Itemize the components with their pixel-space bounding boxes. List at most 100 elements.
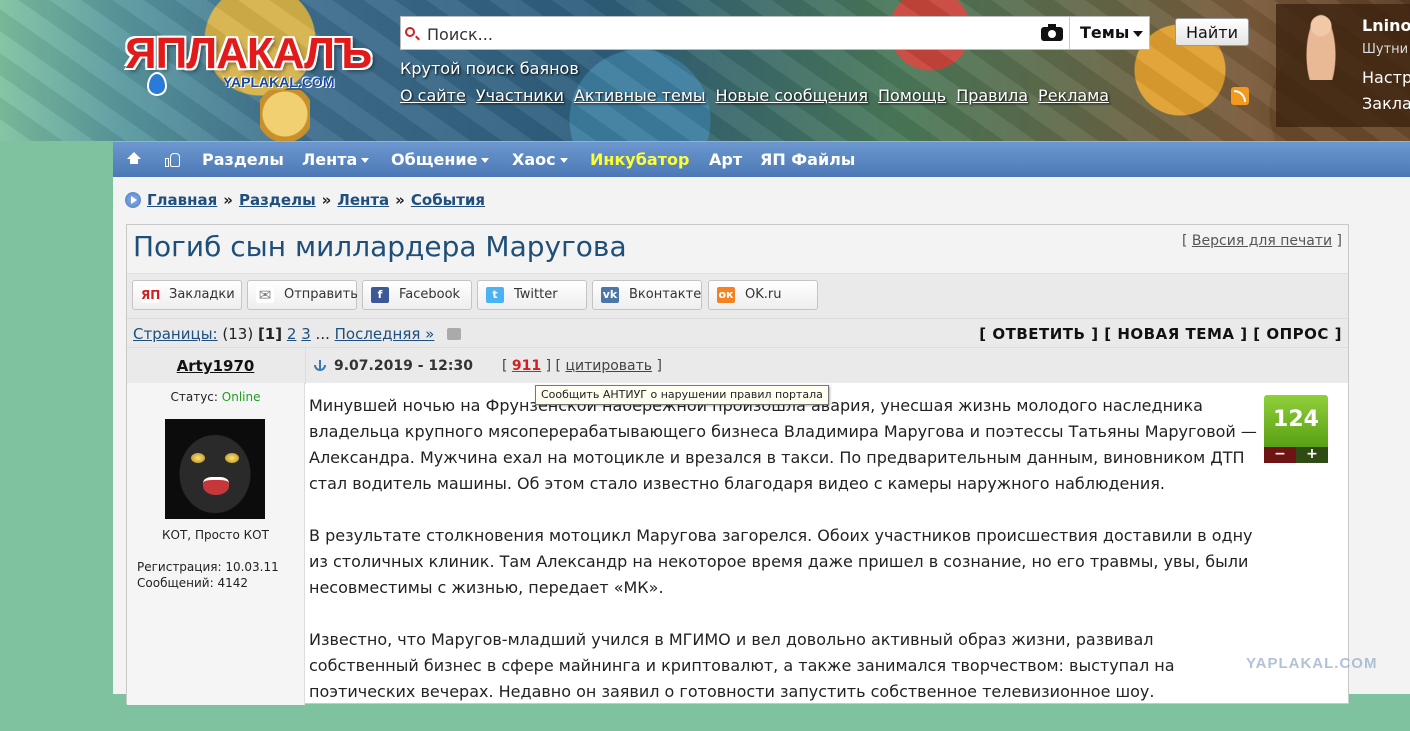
nav-item-sections[interactable]: Разделы bbox=[202, 142, 284, 178]
find-button[interactable]: Найти bbox=[1175, 18, 1249, 46]
nav-item-incubator[interactable]: Инкубатор bbox=[590, 142, 689, 178]
nav-item-feed[interactable]: Лента bbox=[302, 142, 370, 178]
site-logo[interactable]: ЯПЛАКАЛЪ YAPLAKAL.COM bbox=[125, 29, 372, 141]
pagination: Страницы: (13) [1] 2 3 ... Последняя » bbox=[133, 325, 462, 343]
breadcrumb-sections[interactable]: Разделы bbox=[239, 191, 316, 209]
play-circle-icon bbox=[125, 192, 141, 208]
topic-container: Погиб сын миллардера Маругова [ Версия д… bbox=[126, 224, 1349, 705]
main-content: Главная » Разделы » Лента » События Погиб сын … bbox=[113, 177, 1410, 705]
search-input[interactable] bbox=[425, 17, 1029, 51]
rss-icon[interactable] bbox=[1231, 87, 1249, 105]
rating-value: 124 bbox=[1264, 395, 1328, 447]
link-ads[interactable]: Реклама bbox=[1038, 86, 1109, 105]
user-settings-link[interactable]: Настр bbox=[1362, 68, 1410, 87]
print-version: [ Версия для печати ] bbox=[1182, 233, 1342, 249]
main-nav: Разделы Лента Общение Хаос Инкубатор Арт… bbox=[113, 141, 1410, 177]
post-links: [ 911 ] [ цитировать ] bbox=[502, 358, 662, 374]
send-button[interactable]: ✉ Отправить bbox=[247, 280, 358, 310]
share-label: Закладки bbox=[169, 287, 235, 302]
mail-icon[interactable] bbox=[447, 328, 462, 340]
breadcrumb-events[interactable]: События bbox=[411, 191, 485, 209]
page-title: Погиб сын миллардера Маругова bbox=[133, 230, 627, 263]
share-label: Отправить bbox=[284, 287, 358, 302]
link-active-topics[interactable]: Активные темы bbox=[574, 86, 706, 105]
facebook-icon: f bbox=[371, 287, 389, 303]
logo-text: ЯПЛАКАЛЪ bbox=[125, 29, 372, 78]
breadcrumb-separator: » bbox=[321, 191, 332, 209]
page-link-2[interactable]: 2 bbox=[287, 325, 297, 343]
logo-subtitle: YAPLAKAL.COM bbox=[223, 74, 335, 90]
chevron-down-icon bbox=[481, 158, 490, 163]
pages-label[interactable]: Страницы: bbox=[133, 325, 218, 343]
page-current: [1] bbox=[257, 325, 283, 343]
link-new-messages[interactable]: Новые сообщения bbox=[716, 86, 868, 105]
theme-select[interactable]: Темы bbox=[1069, 17, 1151, 49]
user-caption: КОТ, Просто КОТ bbox=[162, 528, 269, 542]
twitter-button[interactable]: t Twitter bbox=[477, 280, 587, 310]
link-rules[interactable]: Правила bbox=[956, 86, 1028, 105]
nav-item-talk[interactable]: Общение bbox=[391, 142, 490, 178]
chevron-down-icon bbox=[559, 158, 568, 163]
tagline: Крутой поиск баянов bbox=[400, 59, 579, 78]
post-meta: 9.07.2019 - 12:30 [ 911 ] [ цитировать ] bbox=[305, 348, 1349, 384]
home-icon[interactable] bbox=[127, 152, 141, 165]
nav-item-art[interactable]: Арт bbox=[709, 142, 742, 178]
facebook-button[interactable]: f Facebook bbox=[362, 280, 472, 310]
share-label: Facebook bbox=[399, 287, 461, 302]
quote-link[interactable]: цитировать bbox=[565, 358, 652, 374]
breadcrumb-home[interactable]: Главная bbox=[147, 191, 217, 209]
post-rating: 124 − + bbox=[1264, 395, 1328, 463]
twitter-icon: t bbox=[486, 287, 504, 303]
report-link[interactable]: 911 bbox=[512, 358, 541, 374]
post-header: Arty1970 9.07.2019 - 12:30 [ 911 ] [ цит… bbox=[127, 347, 1349, 384]
camera-icon[interactable] bbox=[1041, 24, 1063, 41]
thumbs-up-icon[interactable] bbox=[165, 152, 181, 168]
nav-label: Хаос bbox=[512, 150, 556, 169]
share-label: OK.ru bbox=[745, 287, 782, 302]
author-link[interactable]: Arty1970 bbox=[177, 357, 255, 375]
breadcrumb: Главная » Разделы » Лента » События bbox=[125, 191, 485, 209]
link-about[interactable]: О сайте bbox=[400, 86, 466, 105]
cat-mouth bbox=[203, 477, 229, 495]
title-bar: Погиб сын миллардера Маругова [ Версия д… bbox=[127, 225, 1348, 273]
nav-label: Общение bbox=[391, 150, 478, 169]
share-bar: ЯП Закладки ✉ Отправить f Facebook t Twi… bbox=[127, 273, 1348, 319]
rate-up-button[interactable]: + bbox=[1296, 447, 1328, 463]
topic-actions[interactable]: [ ОТВЕТИТЬ ] [ НОВАЯ ТЕМА ] [ ОПРОС ] bbox=[979, 325, 1342, 343]
page-last[interactable]: Последняя » bbox=[335, 325, 435, 343]
user-avatar[interactable] bbox=[1306, 14, 1336, 80]
vk-button[interactable]: vk Вконтакте bbox=[592, 280, 702, 310]
registration-date: Регистрация: 10.03.11 bbox=[137, 560, 279, 574]
user-status: Статус: Online bbox=[127, 390, 304, 404]
ok-button[interactable]: ок OK.ru bbox=[708, 280, 818, 310]
pages-ellipsis: ... bbox=[315, 325, 330, 343]
nav-label: ЯП Файлы bbox=[760, 150, 856, 169]
avatar[interactable] bbox=[165, 419, 265, 519]
user-name[interactable]: Lnino bbox=[1362, 16, 1410, 35]
user-panel: Lnino Шутни Настр Закла bbox=[1276, 4, 1410, 127]
page-link-3[interactable]: 3 bbox=[301, 325, 311, 343]
chevron-down-icon bbox=[361, 158, 370, 163]
nav-label: Лента bbox=[302, 150, 358, 169]
print-version-link[interactable]: Версия для печати bbox=[1192, 233, 1332, 249]
user-bookmarks-link[interactable]: Закла bbox=[1362, 94, 1410, 113]
anchor-icon[interactable] bbox=[314, 358, 326, 372]
pages-count: (13) bbox=[222, 325, 254, 343]
user-rank: Шутни bbox=[1362, 42, 1409, 57]
site-header: ЯПЛАКАЛЪ YAPLAKAL.COM Темы Найти Крутой … bbox=[0, 0, 1410, 141]
search-icon bbox=[405, 27, 415, 37]
link-help[interactable]: Помощь bbox=[878, 86, 946, 105]
author-sidebar: Статус: Online КОТ, Просто КОТ Регистрац… bbox=[127, 383, 305, 705]
post-body: Минувшей ночью на Фрунзенской набережной… bbox=[309, 393, 1259, 731]
nav-label: Арт bbox=[709, 150, 743, 169]
cat-mascot-icon bbox=[260, 90, 310, 141]
bookmarks-button[interactable]: ЯП Закладки bbox=[132, 280, 242, 310]
rate-down-button[interactable]: − bbox=[1264, 447, 1296, 463]
theme-select-label: Темы bbox=[1080, 23, 1130, 42]
breadcrumb-feed[interactable]: Лента bbox=[337, 191, 389, 209]
nav-item-chaos[interactable]: Хаос bbox=[512, 142, 568, 178]
ok-icon: ок bbox=[717, 287, 735, 303]
yap-icon: ЯП bbox=[141, 287, 161, 303]
nav-item-files[interactable]: ЯП Файлы bbox=[760, 142, 855, 178]
link-members[interactable]: Участники bbox=[476, 86, 564, 105]
